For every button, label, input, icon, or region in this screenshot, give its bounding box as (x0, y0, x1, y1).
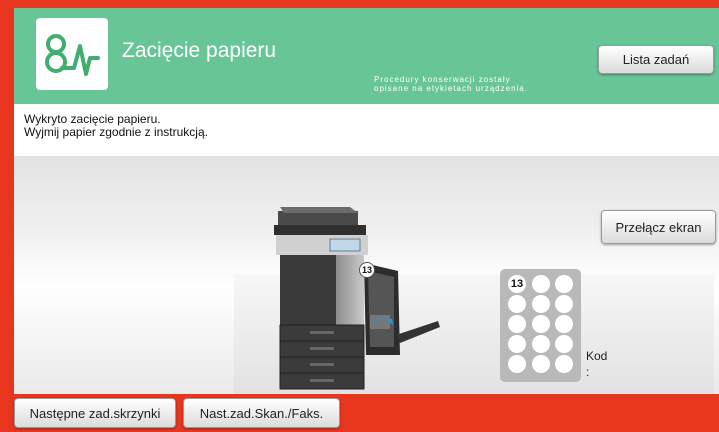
next-box-jobs-button[interactable]: Następne zad.skrzynki (14, 398, 176, 428)
code-highlighted-number: 13 (510, 278, 524, 290)
code-colon: : (586, 365, 590, 379)
message-line-2: Wyjmij papier zgodnie z instrukcją. (24, 125, 208, 139)
message-line-1: Wykryto zacięcie papieru. (24, 112, 161, 126)
message-area: Wykryto zacięcie papieru. Wyjmij papier … (14, 104, 719, 156)
page-title: Zacięcie papieru (122, 39, 277, 62)
switch-screen-button[interactable]: Przełącz ekran (601, 210, 716, 244)
job-list-button[interactable]: Lista zadań (598, 45, 714, 74)
code-label: Kod (586, 349, 608, 363)
jam-location-marker: 13 (359, 262, 375, 278)
jam-marker-number: 13 (361, 265, 372, 275)
code-panel: 13 (500, 269, 581, 382)
next-scan-fax-jobs-button[interactable]: Nast.zad.Skan./Faks. (183, 398, 340, 428)
maintenance-note: Procedury konserwacji zostały opisane na… (374, 75, 528, 93)
printer-illustration (274, 207, 440, 390)
jam-waveform-icon (36, 18, 108, 90)
